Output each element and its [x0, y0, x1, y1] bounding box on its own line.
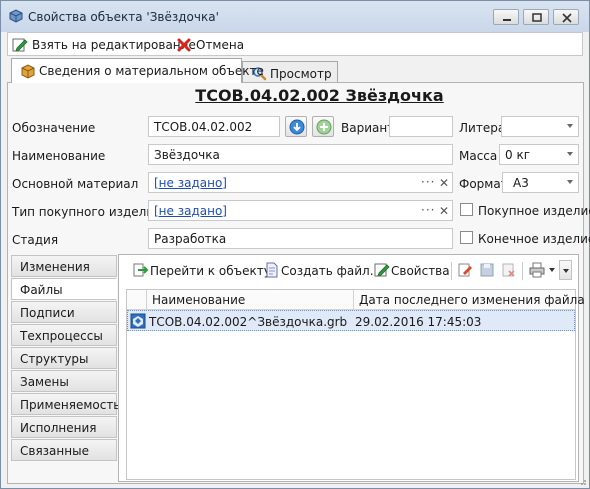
files-table: Наименование Дата последнего изменения ф… [126, 289, 585, 480]
take-for-edit-label: Взять на редактирование [32, 38, 196, 52]
side-tab-signatures[interactable]: Подписи [11, 301, 117, 323]
side-tab-structures[interactable]: Структуры [11, 347, 117, 369]
maximize-icon [532, 13, 542, 22]
box-icon [21, 64, 35, 79]
final-product-checkbox-label: Конечное изделие [478, 232, 590, 246]
minimize-button[interactable] [493, 9, 519, 25]
material-label: Основной материал [12, 177, 139, 191]
edit-pencil-icon [12, 38, 28, 52]
litera-label: Литера [459, 121, 506, 135]
edit-file-button[interactable] [457, 262, 473, 280]
purchased-checkbox-label: Покупное изделие [478, 204, 590, 218]
close-icon [562, 13, 572, 23]
purchased-type-clear-button[interactable]: ✕ [439, 204, 449, 218]
designation-label: Обозначение [12, 121, 96, 135]
create-file-button[interactable]: Создать файл... [264, 262, 381, 280]
goto-arrow-icon [133, 263, 149, 277]
format-select[interactable]: А3 [502, 172, 579, 193]
material-field[interactable]: [не задано] ··· ✕ [148, 172, 453, 193]
variant-field[interactable] [389, 116, 453, 137]
properties-pencil-icon [374, 263, 390, 277]
designation-field[interactable]: ТСОВ.04.02.002 [148, 116, 280, 137]
purchased-checkbox[interactable] [460, 203, 473, 216]
name-label: Наименование [12, 149, 106, 163]
red-x-icon [177, 38, 191, 52]
resize-grip-icon[interactable] [577, 476, 587, 486]
cancel-label: Отмена [196, 38, 245, 52]
tab-object-info[interactable]: Сведения о материальном объекте [11, 58, 264, 83]
chevron-down-icon [567, 152, 573, 156]
stage-field[interactable]: Разработка [148, 228, 453, 249]
purchased-type-label: Тип покупного изделия [12, 205, 162, 219]
table-header-indicator [127, 290, 147, 310]
side-tab-processes[interactable]: Техпроцессы [11, 324, 117, 346]
toolbar-overflow-button[interactable] [559, 260, 572, 280]
stage-label: Стадия [12, 233, 59, 247]
app-cube-icon [9, 9, 23, 23]
side-tab-changes[interactable]: Изменения [11, 255, 117, 277]
chevron-down-icon [567, 180, 573, 184]
object-info-panel: ТСОВ.04.02.002 Звёздочка Обозначение ТСО… [7, 82, 590, 484]
table-row[interactable]: ТСОВ.04.02.002^Звёздочка.grb 29.02.2016 … [127, 310, 575, 331]
save-file-button[interactable] [479, 262, 495, 280]
download-arrow-icon [289, 119, 305, 135]
new-file-icon [266, 262, 278, 278]
plus-circle-icon [316, 119, 332, 135]
files-panel: Перейти к объекту Создать файл... Свойст… [118, 254, 585, 482]
take-for-edit-button[interactable]: Взять на редактирование [12, 36, 196, 54]
side-tab-related[interactable]: Связанные [11, 439, 117, 461]
name-field[interactable]: Звёздочка [148, 144, 453, 165]
format-label: Формат [459, 177, 508, 191]
side-tab-applicability[interactable]: Применяемость [11, 393, 120, 415]
tab-view-label: Просмотр [270, 67, 332, 81]
title-bar[interactable]: Свойства объекта 'Звёздочка' [1, 1, 589, 32]
chevron-down-icon [563, 269, 569, 273]
column-header-date[interactable]: Дата последнего изменения файла [354, 290, 585, 310]
column-header-name[interactable]: Наименование [147, 290, 354, 310]
toolbar-separator [451, 262, 452, 280]
delete-file-icon [502, 263, 515, 277]
toolbar-separator [522, 262, 523, 280]
properties-window: Свойства объекта 'Звёздочка' Взять на ре… [0, 0, 590, 489]
mass-label: Масса [459, 149, 498, 163]
edit-file-icon [458, 263, 472, 277]
material-link[interactable]: [не задано] [154, 176, 227, 190]
material-clear-button[interactable]: ✕ [439, 176, 449, 190]
delete-file-button[interactable] [501, 262, 517, 280]
side-tab-versions[interactable]: Исполнения [11, 416, 117, 438]
side-tab-replacements[interactable]: Замены [11, 370, 117, 392]
purchased-type-browse-button[interactable]: ··· [421, 203, 435, 217]
download-button[interactable] [285, 116, 307, 137]
litera-select[interactable] [501, 116, 579, 137]
object-heading: ТСОВ.04.02.002 Звёздочка [195, 86, 444, 105]
purchased-type-field[interactable]: [не задано] ··· ✕ [148, 200, 453, 221]
mass-select[interactable]: 0 кг [499, 144, 579, 165]
print-dropdown-button[interactable] [529, 262, 563, 280]
window-title: Свойства объекта 'Звёздочка' [28, 10, 219, 24]
purchased-type-link[interactable]: [не задано] [154, 204, 227, 218]
close-button[interactable] [553, 9, 579, 25]
tab-object-info-label: Сведения о материальном объекте [39, 64, 264, 78]
file-name-cell: ТСОВ.04.02.002^Звёздочка.grb [149, 315, 348, 329]
final-product-checkbox[interactable] [460, 231, 473, 244]
goto-object-button[interactable]: Перейти к объекту [133, 262, 271, 280]
chevron-down-icon [549, 268, 555, 272]
minimize-icon [503, 19, 511, 21]
properties-button[interactable]: Свойства [374, 262, 450, 280]
grb-file-icon [130, 313, 146, 329]
main-toolbar: Взять на редактирование Отмена [7, 32, 583, 56]
variant-label: Вариант [341, 121, 395, 135]
printer-icon [529, 262, 545, 278]
side-tab-files[interactable]: Файлы [11, 278, 117, 300]
save-disk-icon [480, 263, 494, 277]
cancel-button[interactable]: Отмена [176, 36, 246, 54]
material-browse-button[interactable]: ··· [421, 175, 435, 189]
maximize-button[interactable] [523, 9, 549, 25]
chevron-down-icon [567, 124, 573, 128]
add-button[interactable] [312, 116, 334, 137]
file-date-cell: 29.02.2016 17:45:03 [355, 315, 482, 329]
